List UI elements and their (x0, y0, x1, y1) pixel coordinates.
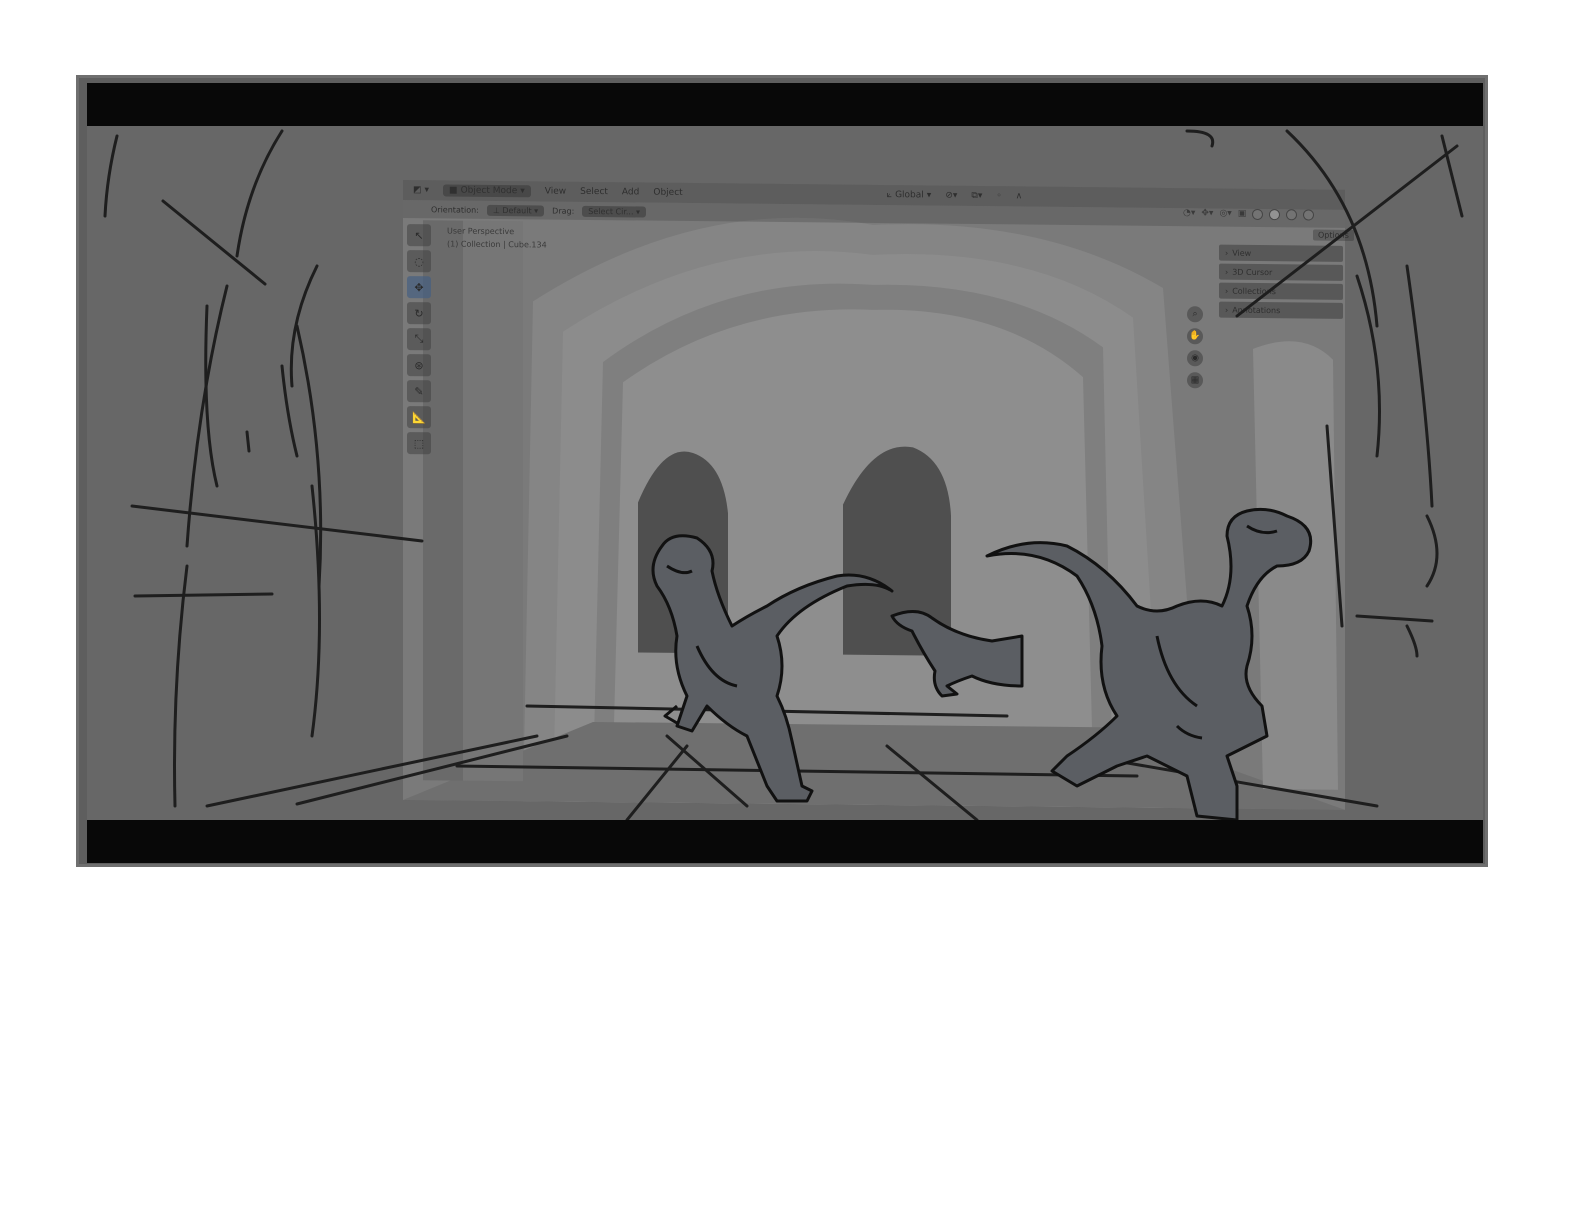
sketch-overlay (103, 129, 1464, 820)
storyboard-panel: ◩ ▾ ■ Object Mode ▾ View Select Add Object … (87, 126, 1483, 820)
letterbox-top (87, 83, 1483, 126)
storyboard-frame: ◩ ▾ ■ Object Mode ▾ View Select Add Object … (76, 75, 1488, 867)
dinosaur-left-sketch (651, 534, 894, 803)
letterbox-bottom (87, 820, 1483, 863)
dinosaur-far-sketch (890, 610, 1024, 698)
